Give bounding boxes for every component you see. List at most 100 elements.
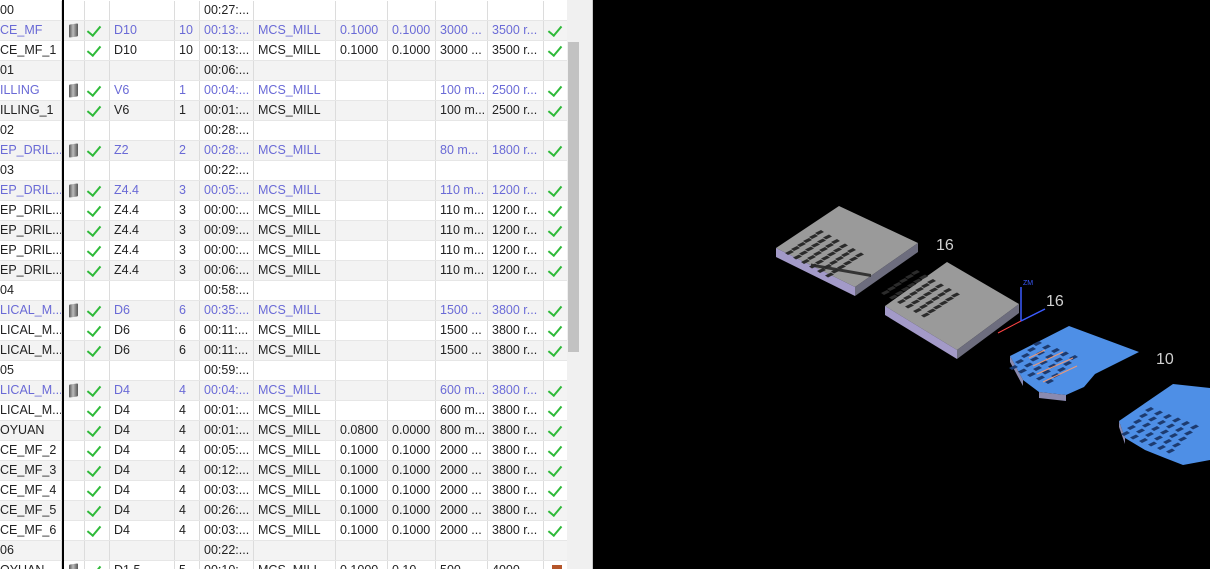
tool-cell <box>63 21 85 40</box>
spindle-speed: 3800 r... <box>488 341 544 360</box>
part-stock: 0.1000 <box>336 561 388 569</box>
program-group-row[interactable]: 02 00:28:... <box>0 121 567 141</box>
status-check-icon <box>86 561 102 569</box>
program-group-row[interactable]: 01 00:06:... <box>0 61 567 81</box>
program-group-row[interactable]: 00 00:27:... <box>0 1 567 21</box>
tool-name: D10 <box>110 41 175 60</box>
feed-rate: 2000 ... <box>436 521 488 540</box>
op-name: EP_DRIL... <box>0 261 62 280</box>
operation-row[interactable]: CE_MF_6 D4 4 00:03:... MCS_MILL 0.1000 0.1000 2… <box>0 521 567 541</box>
spindle-speed-cell <box>488 361 544 380</box>
tool-name-cell <box>110 121 175 140</box>
path-check-cell <box>544 281 567 300</box>
path-check-icon <box>547 481 563 498</box>
status-check-icon <box>86 201 102 218</box>
machining-time: 00:04:... <box>200 381 254 400</box>
path-check-icon <box>547 381 563 398</box>
part-stock-cell <box>336 361 388 380</box>
part-stock-cell <box>336 121 388 140</box>
spindle-speed: 3500 r... <box>488 41 544 60</box>
tool-name: Z4.4 <box>110 201 175 220</box>
feed-rate: 110 m... <box>436 261 488 280</box>
status-cell <box>85 61 110 80</box>
tool-number: 4 <box>175 521 200 540</box>
operation-row[interactable]: CE_MF_2 D4 4 00:05:... MCS_MILL 0.1000 0.1000 2… <box>0 441 567 461</box>
status-cell <box>85 561 110 569</box>
operation-row[interactable]: CE_MF_1 D10 10 00:13:... MCS_MILL 0.1000 0.100… <box>0 41 567 61</box>
status-cell <box>85 161 110 180</box>
status-cell <box>85 461 110 480</box>
operation-row[interactable]: CE_MF_5 D4 4 00:26:... MCS_MILL 0.1000 0.1000 2… <box>0 501 567 521</box>
vertical-scrollbar[interactable] <box>567 0 580 569</box>
status-check-icon <box>86 81 102 98</box>
program-group-row[interactable]: 03 00:22:... <box>0 161 567 181</box>
operation-row[interactable]: OYUAN D1.5500:10:...MCS_MILL0.10000.10500… <box>0 561 567 569</box>
operation-row[interactable]: EP_DRIL... Z4.4 3 00:00:... MCS_MILL 110 m...… <box>0 201 567 221</box>
spindle-speed: 1200 r... <box>488 261 544 280</box>
tool-cell <box>63 161 85 180</box>
operation-row[interactable]: CE_MF_3 D4 4 00:12:... MCS_MILL 0.1000 0.1000 2… <box>0 461 567 481</box>
tool-icon <box>69 83 78 98</box>
op-name: EP_DRIL... <box>0 181 62 200</box>
program-group-row[interactable]: 04 00:58:... <box>0 281 567 301</box>
panel-splitter[interactable] <box>580 0 593 569</box>
op-name: LICAL_M... <box>0 401 62 420</box>
column-divider <box>62 0 64 569</box>
operation-row[interactable]: LICAL_M... D4 4 00:01:... MCS_MILL 600 m... 38… <box>0 401 567 421</box>
operation-row[interactable]: LICAL_M... D6 6 00:11:... MCS_MILL 1500 ... 38… <box>0 341 567 361</box>
operation-row[interactable]: ILLING V6 1 00:04:... MCS_MILL 100 m... 2500 r… <box>0 81 567 101</box>
operation-row[interactable]: CE_MF_4 D4 4 00:03:... MCS_MILL 0.1000 0.1000 2… <box>0 481 567 501</box>
path-check-icon <box>547 201 563 218</box>
operation-row[interactable]: CE_MF D10 10 00:13:... MCS_MILL 0.1000 0.1000 3… <box>0 21 567 41</box>
operation-row[interactable]: EP_DRIL... Z4.4 3 00:09:... MCS_MILL 110 m...… <box>0 221 567 241</box>
operation-row[interactable]: EP_DRIL... Z4.4 3 00:06:... MCS_MILL 110 m...… <box>0 261 567 281</box>
op-name: OYUAN <box>0 561 62 569</box>
operation-row[interactable]: EP_DRIL... Z4.4 3 00:05:... MCS_MILL 110 m...… <box>0 181 567 201</box>
tool-number-cell <box>175 161 200 180</box>
scrollbar-thumb[interactable] <box>568 42 579 352</box>
tool-name: V6 <box>110 101 175 120</box>
program-group-row[interactable]: 06 00:22:... <box>0 541 567 561</box>
operation-row[interactable]: EP_DRIL... Z4.4 3 00:00:... MCS_MILL 110 m...… <box>0 241 567 261</box>
tool-name: Z2 <box>110 141 175 160</box>
operation-row[interactable]: ILLING_1 V6 1 00:01:... MCS_MILL 100 m... 2500… <box>0 101 567 121</box>
tool-name: D4 <box>110 401 175 420</box>
op-name: LICAL_M... <box>0 321 62 340</box>
operation-row[interactable]: LICAL_M... D4 4 00:04:... MCS_MILL 600 m... 38… <box>0 381 567 401</box>
graphics-viewport[interactable]: ZM 16 16 10 <box>593 0 1210 569</box>
plate-2[interactable] <box>885 262 1019 359</box>
part-label-3: 10 <box>1156 351 1174 368</box>
mcs-name: MCS_MILL <box>254 381 336 400</box>
spindle-speed-cell <box>488 61 544 80</box>
tool-number: 1 <box>175 81 200 100</box>
feed-rate-cell <box>436 161 488 180</box>
tool-number: 5 <box>175 561 200 569</box>
operation-row[interactable]: LICAL_M... D6 6 00:11:... MCS_MILL 1500 ... 38… <box>0 321 567 341</box>
tool-name: D4 <box>110 381 175 400</box>
spindle-speed: 3500 r... <box>488 21 544 40</box>
path-check-icon <box>547 521 563 538</box>
feed-rate: 110 m... <box>436 201 488 220</box>
operation-row[interactable]: OYUAN D4 4 00:01:... MCS_MILL 0.0800 0.0000 800… <box>0 421 567 441</box>
tool-cell <box>63 521 85 540</box>
status-check-icon <box>86 41 102 58</box>
tool-name-cell <box>110 281 175 300</box>
path-check-cell <box>544 41 567 60</box>
spindle-speed: 1200 r... <box>488 181 544 200</box>
tool-cell <box>63 461 85 480</box>
tool-cell <box>63 481 85 500</box>
path-check-icon <box>547 101 563 118</box>
program-group-row[interactable]: 05 00:59:... <box>0 361 567 381</box>
status-cell <box>85 241 110 260</box>
machining-time: 00:00:... <box>200 201 254 220</box>
status-check-icon <box>86 321 102 338</box>
operation-row[interactable]: EP_DRIL... Z2 2 00:28:... MCS_MILL 80 m... 180… <box>0 141 567 161</box>
operation-row[interactable]: LICAL_M... D6 6 00:35:... MCS_MILL 1500 ... 38… <box>0 301 567 321</box>
floor-stock <box>388 141 436 160</box>
plate-4[interactable] <box>1119 384 1210 465</box>
path-check-icon <box>547 21 563 38</box>
op-name: ILLING_1 <box>0 101 62 120</box>
status-check-icon <box>86 301 102 318</box>
status-check-icon <box>86 181 102 198</box>
path-check-cell <box>544 141 567 160</box>
